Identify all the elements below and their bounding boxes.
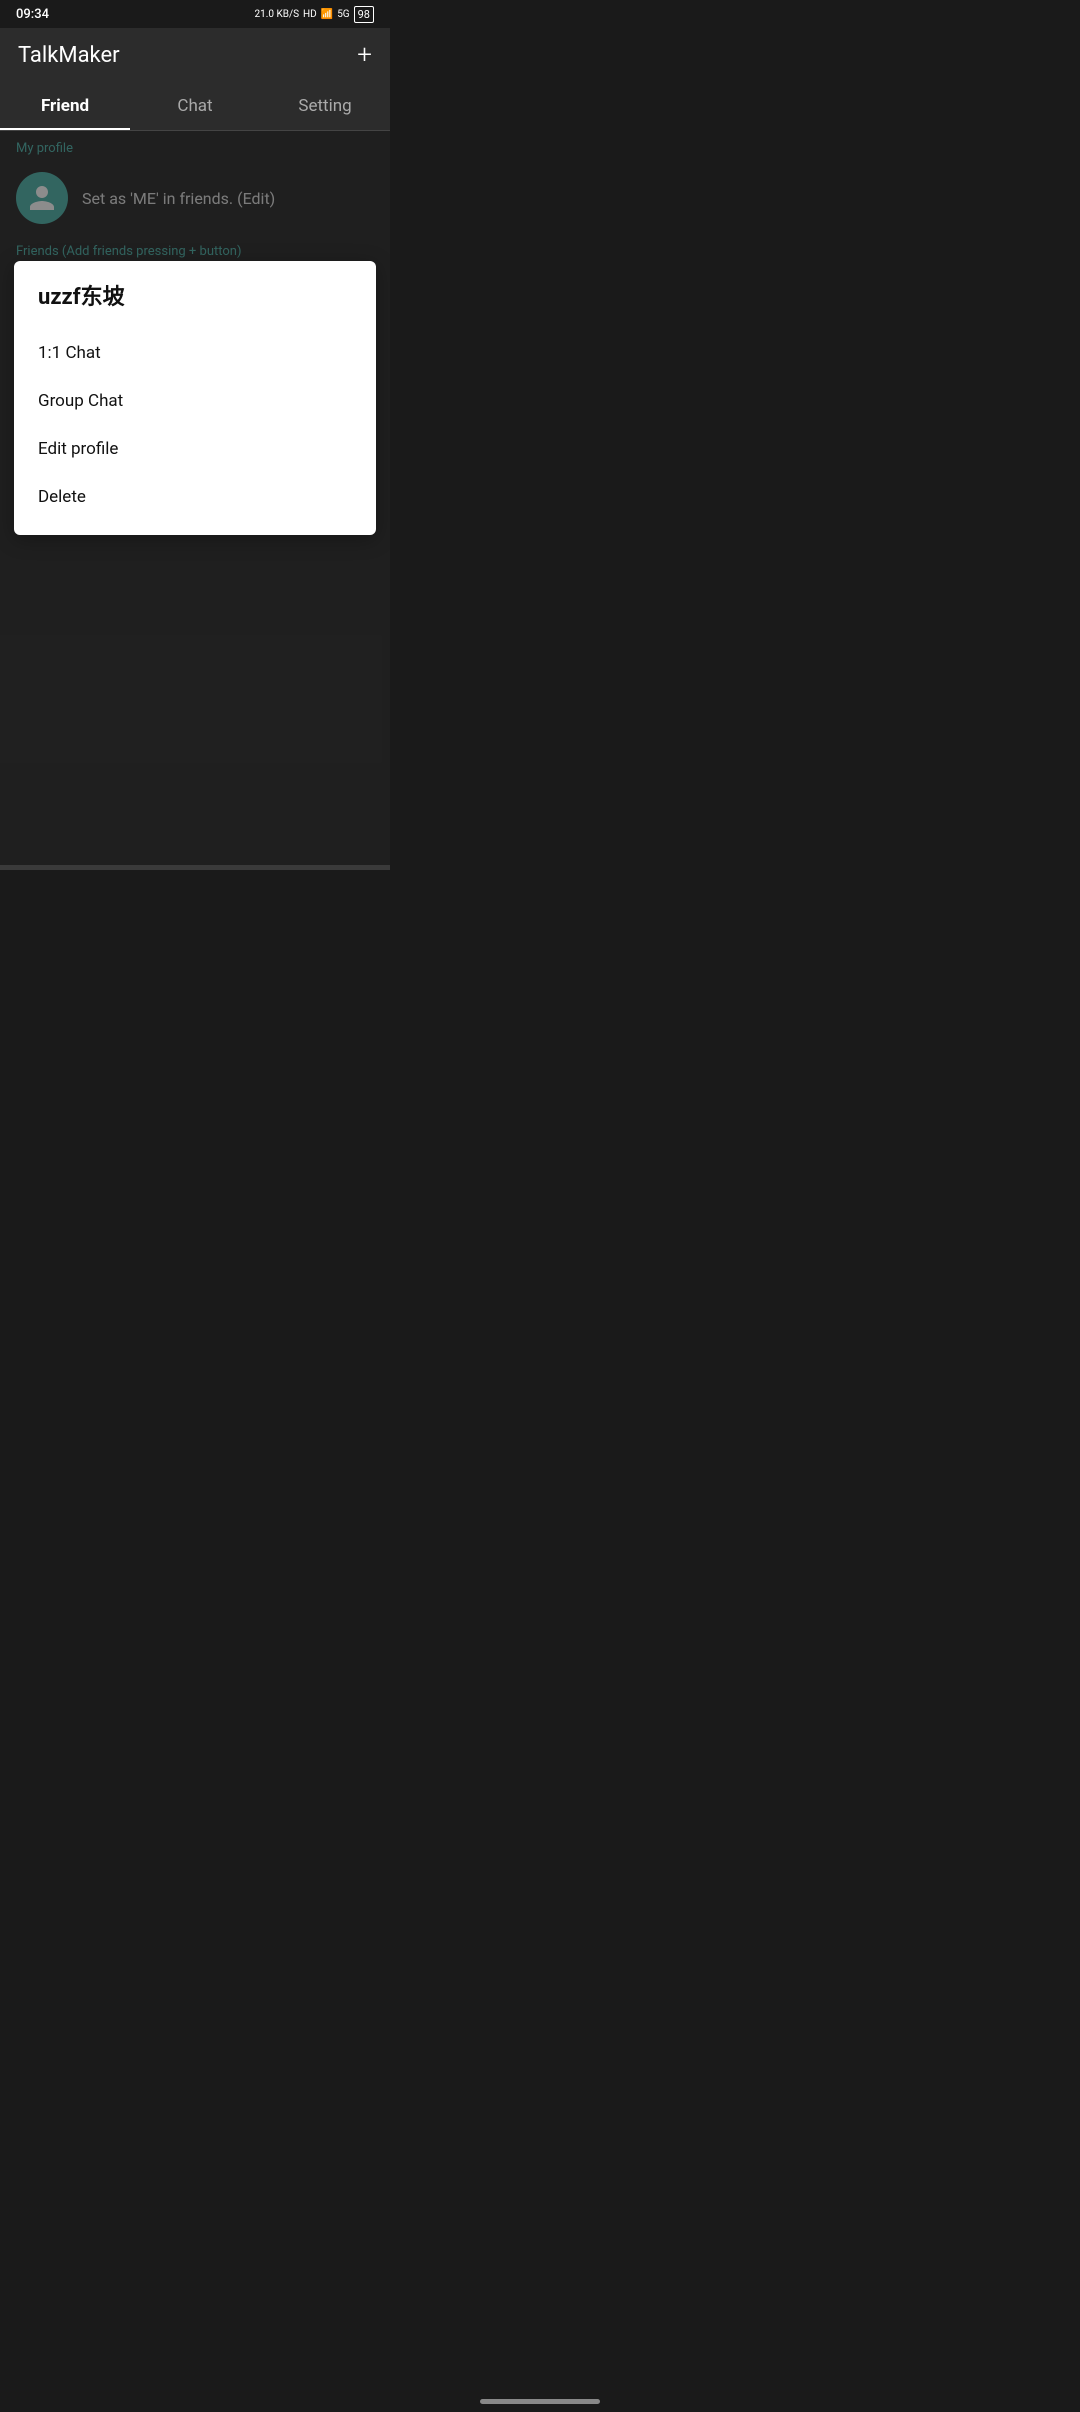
tab-setting[interactable]: Setting [260,82,390,130]
network-speed: 21.0 KB/S [254,9,299,20]
tabs-bar: Friend Chat Setting [0,82,390,131]
status-time: 09:34 [16,7,49,22]
app-header: TalkMaker + [0,28,390,82]
context-menu-item-delete[interactable]: Delete [38,473,352,521]
context-menu-item-1to1chat[interactable]: 1:1 Chat [38,329,352,377]
tab-chat[interactable]: Chat [130,82,260,130]
app-title: TalkMaker [18,43,120,68]
signal-icon: 5G [337,9,349,20]
status-icons: 21.0 KB/S HD 📶 5G 98 [254,6,374,23]
hd-icon: HD [303,9,317,20]
add-button[interactable]: + [357,42,372,68]
context-menu-title: uzzf东坡 [38,279,352,311]
main-content: My profile Set as 'ME' in friends. (Edit… [0,131,390,865]
tab-friend[interactable]: Friend [0,82,130,130]
battery-icon: 98 [354,6,374,23]
wifi-icon: 📶 [321,9,333,20]
context-menu-item-editprofile[interactable]: Edit profile [38,425,352,473]
context-menu: uzzf东坡 1:1 Chat Group Chat Edit profile … [14,261,376,535]
status-bar: 09:34 21.0 KB/S HD 📶 5G 98 [0,0,390,28]
context-menu-item-groupchat[interactable]: Group Chat [38,377,352,425]
page-wrapper: 09:34 21.0 KB/S HD 📶 5G 98 TalkMaker + F… [0,0,390,870]
